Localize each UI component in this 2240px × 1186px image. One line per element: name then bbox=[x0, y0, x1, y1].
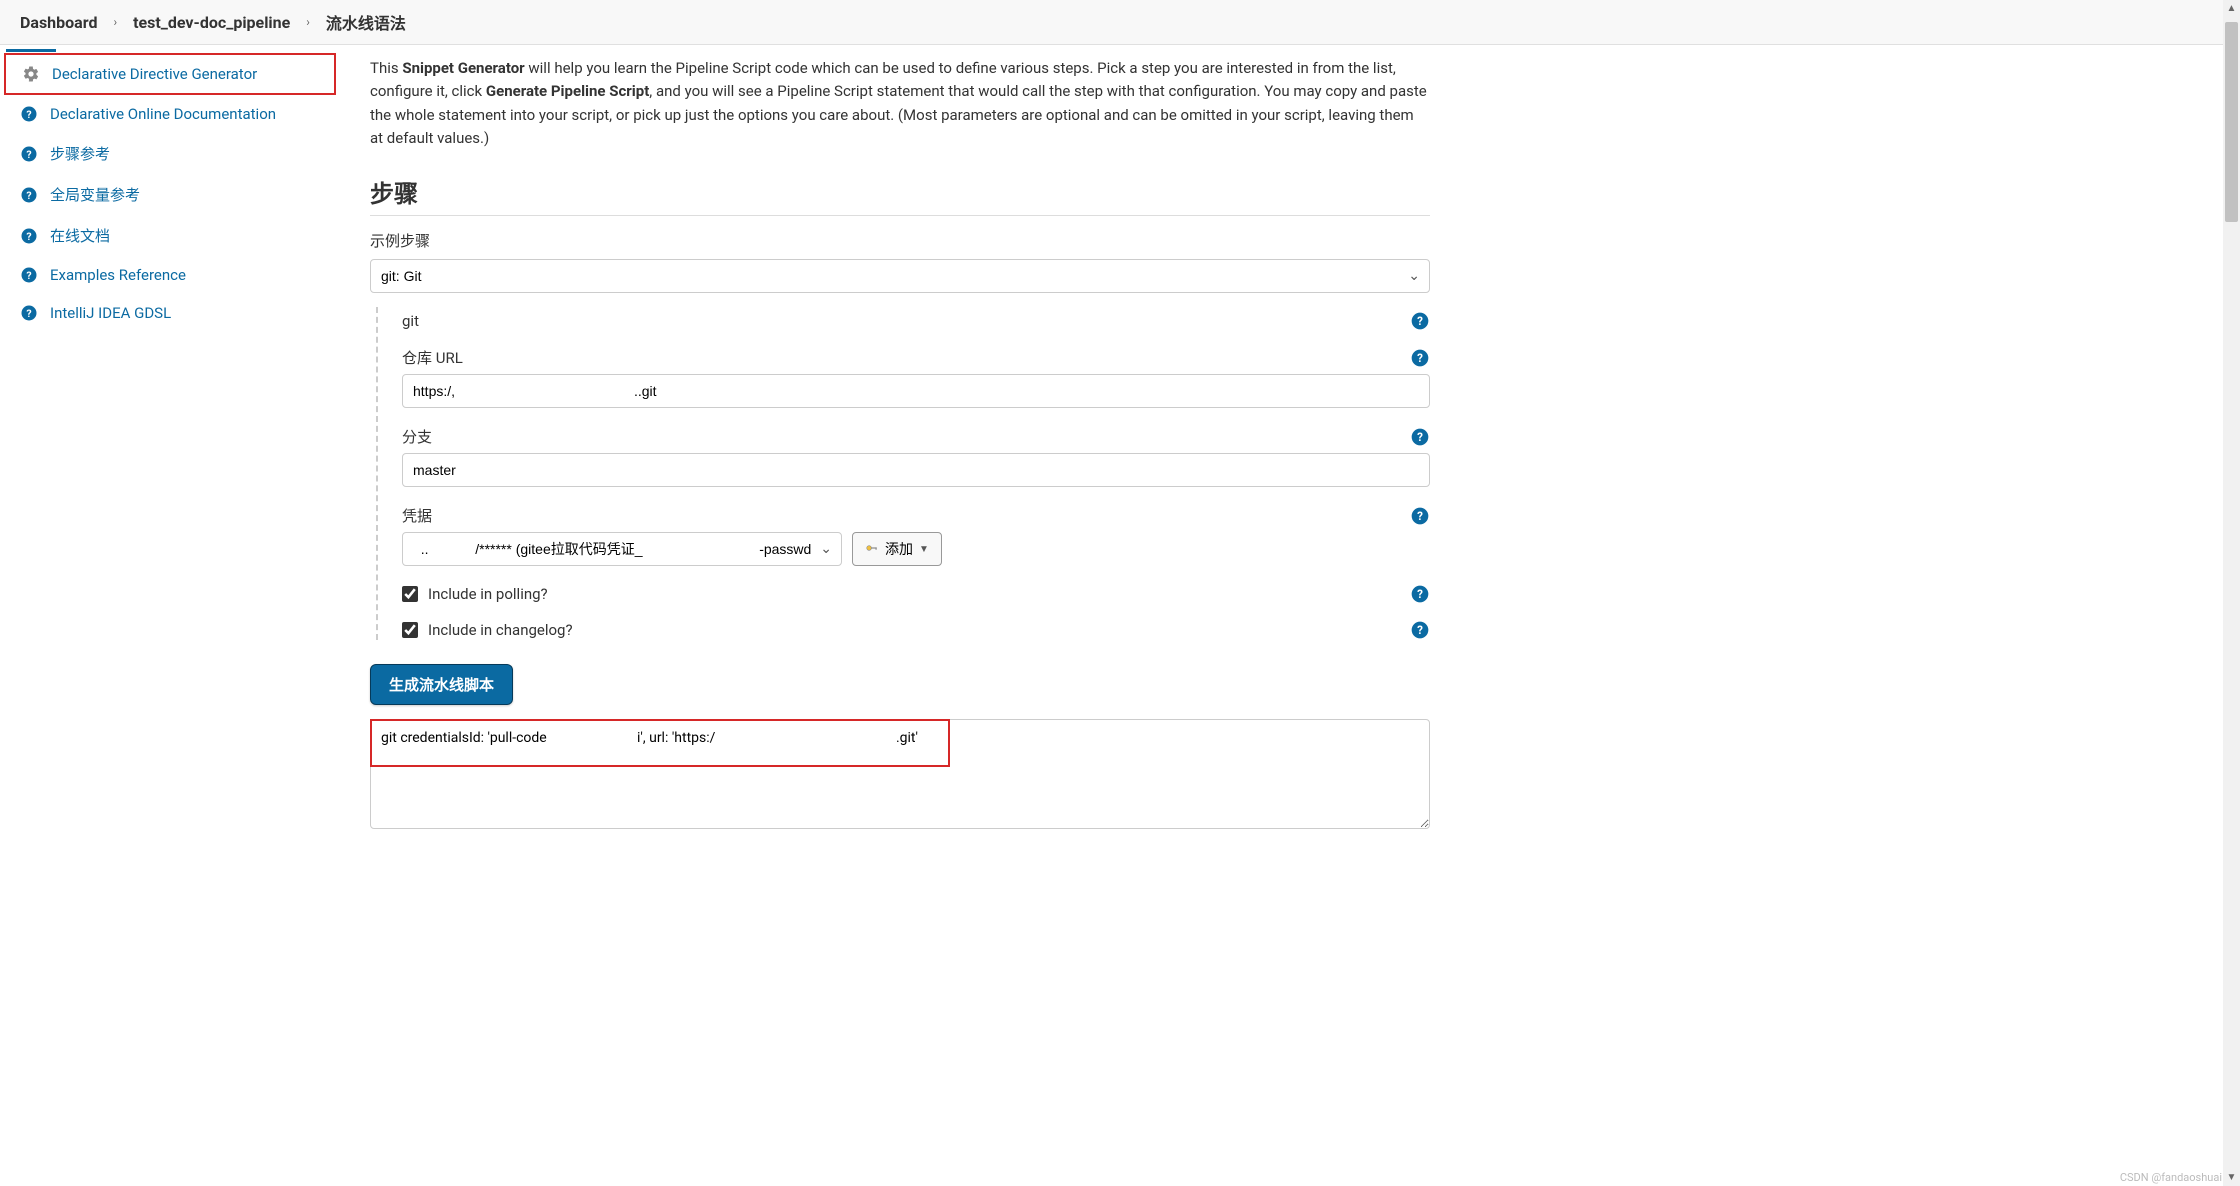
sidebar-item-global-var[interactable]: ? 全局变量参考 bbox=[0, 174, 340, 215]
help-icon: ? bbox=[20, 227, 38, 245]
polling-checkbox[interactable] bbox=[402, 586, 418, 602]
repo-url-input[interactable] bbox=[402, 374, 1430, 408]
sidebar-item-online-docs[interactable]: ? 在线文档 bbox=[0, 215, 340, 256]
svg-text:?: ? bbox=[26, 307, 31, 320]
help-icon: ? bbox=[20, 304, 38, 322]
git-section-title: git bbox=[402, 312, 419, 330]
sidebar-item-label: 步骤参考 bbox=[50, 143, 110, 164]
main-content: This Snippet Generator will help you lea… bbox=[340, 45, 1460, 863]
sidebar-item-label: Examples Reference bbox=[50, 266, 186, 284]
sidebar-item-label: 全局变量参考 bbox=[50, 184, 140, 205]
branch-input[interactable] bbox=[402, 453, 1430, 487]
help-icon[interactable]: ? bbox=[1410, 506, 1430, 526]
example-step-label: 示例步骤 bbox=[370, 230, 1430, 251]
svg-text:?: ? bbox=[26, 229, 31, 242]
changelog-checkbox[interactable] bbox=[402, 622, 418, 638]
section-heading-steps: 步骤 bbox=[370, 174, 1430, 216]
branch-label: 分支 bbox=[402, 426, 432, 447]
help-icon: ? bbox=[20, 186, 38, 204]
help-icon[interactable]: ? bbox=[1410, 311, 1430, 331]
help-icon: ? bbox=[20, 145, 38, 163]
caret-down-icon: ▼ bbox=[919, 544, 929, 555]
sidebar-item-examples[interactable]: ? Examples Reference bbox=[0, 256, 340, 294]
help-icon[interactable]: ? bbox=[1410, 584, 1430, 604]
watermark-text: CSDN @fandaoshuai bbox=[2120, 1171, 2222, 1184]
step-select[interactable] bbox=[370, 259, 1430, 293]
changelog-label: Include in changelog? bbox=[428, 621, 573, 639]
help-icon[interactable]: ? bbox=[1410, 427, 1430, 447]
breadcrumb: Dashboard › test_dev-doc_pipeline › 流水线语… bbox=[0, 0, 2240, 45]
help-icon: ? bbox=[20, 105, 38, 123]
add-credentials-button[interactable]: 添加 ▼ bbox=[852, 532, 942, 566]
sidebar-item-label: Declarative Directive Generator bbox=[52, 65, 257, 83]
output-textarea[interactable]: git credentialsId: 'pull-code i', url: '… bbox=[370, 719, 1430, 829]
vertical-scrollbar[interactable]: ▲ ▼ bbox=[2223, 0, 2240, 1186]
sidebar-item-intellij[interactable]: ? IntelliJ IDEA GDSL bbox=[0, 294, 340, 332]
key-icon bbox=[865, 541, 879, 558]
generate-pipeline-button[interactable]: 生成流水线脚本 bbox=[370, 664, 513, 705]
sidebar: Declarative Directive Generator ? Declar… bbox=[0, 45, 340, 863]
sidebar-item-label: 在线文档 bbox=[50, 225, 110, 246]
chevron-right-icon: › bbox=[306, 15, 310, 29]
sidebar-item-label: IntelliJ IDEA GDSL bbox=[50, 304, 171, 322]
svg-text:?: ? bbox=[26, 269, 31, 282]
sidebar-item-online-doc[interactable]: ? Declarative Online Documentation bbox=[0, 95, 340, 133]
repo-url-label: 仓库 URL bbox=[402, 347, 463, 368]
help-icon[interactable]: ? bbox=[1410, 348, 1430, 368]
git-form-block: git ? 仓库 URL ? 分支 ? bbox=[376, 307, 1430, 640]
svg-text:?: ? bbox=[1417, 509, 1423, 523]
scroll-down-arrow-icon[interactable]: ▼ bbox=[2223, 1169, 2240, 1186]
svg-text:?: ? bbox=[1417, 587, 1423, 601]
svg-text:?: ? bbox=[1417, 430, 1423, 444]
svg-text:?: ? bbox=[26, 147, 31, 160]
svg-text:?: ? bbox=[1417, 351, 1423, 365]
sidebar-item-step-ref[interactable]: ? 步骤参考 bbox=[0, 133, 340, 174]
svg-text:?: ? bbox=[26, 188, 31, 201]
gear-icon bbox=[22, 65, 40, 83]
intro-text: This Snippet Generator will help you lea… bbox=[370, 57, 1430, 150]
help-icon: ? bbox=[20, 266, 38, 284]
breadcrumb-current: 流水线语法 bbox=[326, 10, 406, 34]
scrollbar-thumb[interactable] bbox=[2225, 22, 2238, 222]
chevron-right-icon: › bbox=[113, 15, 117, 29]
svg-text:?: ? bbox=[26, 108, 31, 121]
sidebar-item-directive-generator[interactable]: Declarative Directive Generator bbox=[4, 53, 336, 95]
credentials-label: 凭据 bbox=[402, 505, 432, 526]
credentials-select[interactable] bbox=[402, 532, 842, 566]
sidebar-item-label: Declarative Online Documentation bbox=[50, 105, 276, 123]
polling-label: Include in polling? bbox=[428, 585, 548, 603]
breadcrumb-dashboard[interactable]: Dashboard bbox=[20, 13, 97, 32]
breadcrumb-project[interactable]: test_dev-doc_pipeline bbox=[133, 13, 290, 32]
svg-text:?: ? bbox=[1417, 314, 1423, 328]
help-icon[interactable]: ? bbox=[1410, 620, 1430, 640]
scroll-up-arrow-icon[interactable]: ▲ bbox=[2223, 0, 2240, 17]
svg-text:?: ? bbox=[1417, 623, 1423, 637]
